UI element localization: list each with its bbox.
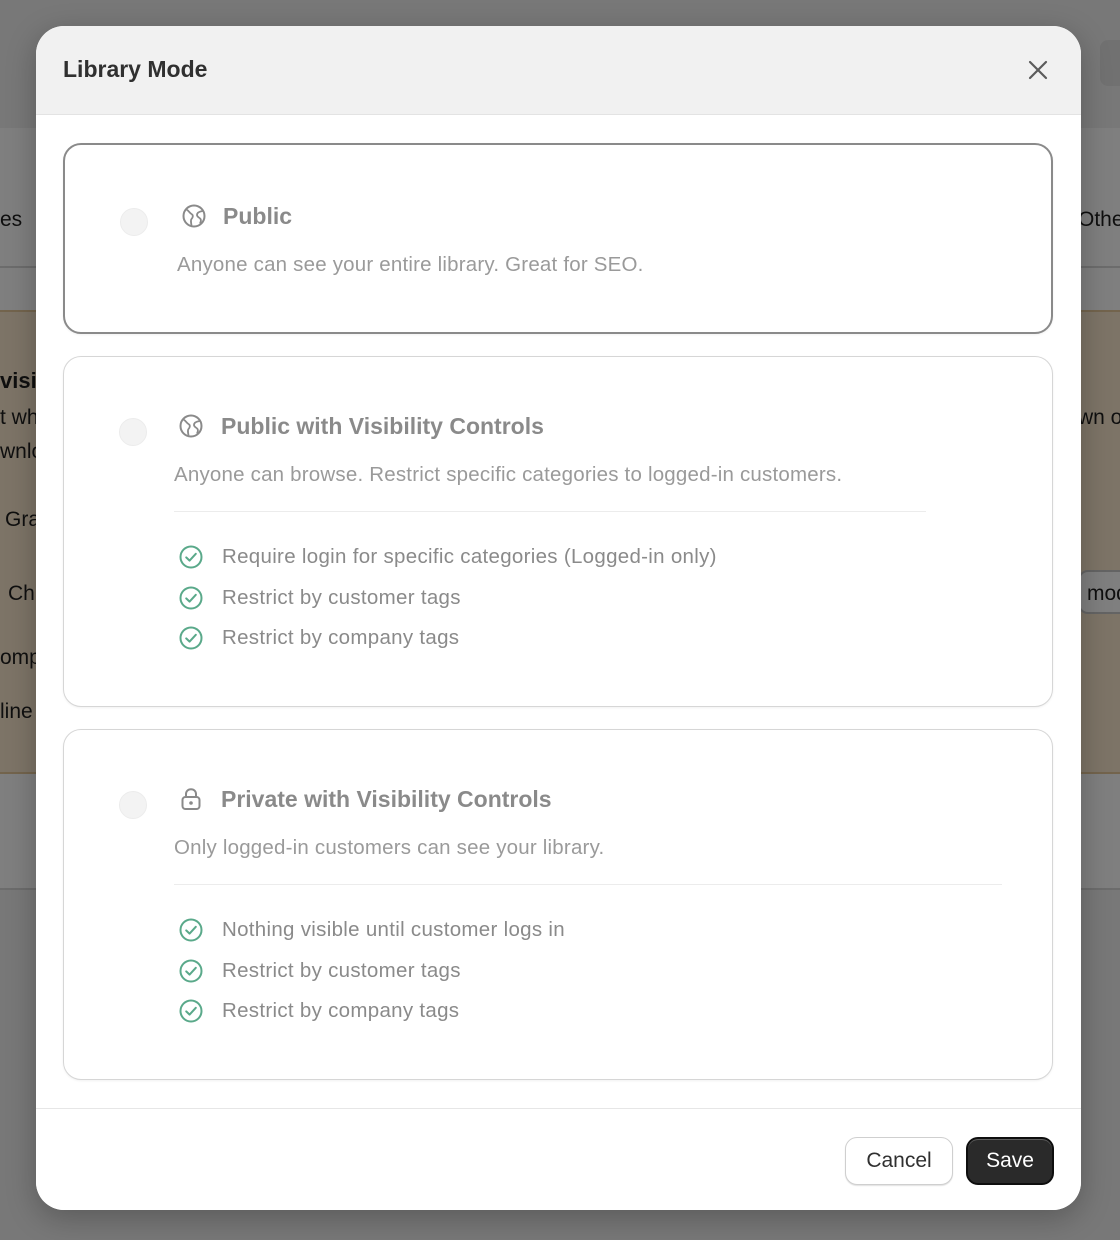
close-button[interactable] <box>1020 52 1056 88</box>
radio-private-visibility[interactable] <box>119 791 147 819</box>
save-button[interactable]: Save <box>966 1137 1054 1185</box>
feature-label: Restrict by company tags <box>222 626 460 649</box>
library-mode-modal: Library Mode Public Anyone can see your … <box>36 26 1081 1210</box>
modal-title: Library Mode <box>63 56 208 82</box>
option-description: Only logged-in customers can see your li… <box>174 836 605 859</box>
check-circle-icon <box>179 918 203 942</box>
option-divider <box>174 884 1002 885</box>
check-circle-icon <box>179 959 203 983</box>
option-public[interactable]: Public Anyone can see your entire librar… <box>63 143 1053 334</box>
radio-public[interactable] <box>120 208 148 236</box>
feature-label: Nothing visible until customer logs in <box>222 918 565 941</box>
globe-icon <box>179 414 203 438</box>
feature-label: Restrict by company tags <box>222 999 460 1022</box>
cancel-button[interactable]: Cancel <box>845 1137 953 1185</box>
option-public-visibility[interactable]: Public with Visibility Controls Anyone c… <box>63 356 1053 707</box>
option-title: Public with Visibility Controls <box>221 413 544 439</box>
check-circle-icon <box>179 545 203 569</box>
check-circle-icon <box>179 586 203 610</box>
option-title: Private with Visibility Controls <box>221 786 552 812</box>
check-circle-icon <box>179 626 203 650</box>
option-divider <box>174 511 926 512</box>
globe-icon <box>182 204 206 228</box>
feature-label: Restrict by customer tags <box>222 959 461 982</box>
feature-item: Nothing visible until customer logs in <box>178 917 565 943</box>
feature-label: Restrict by customer tags <box>222 586 461 609</box>
radio-public-visibility[interactable] <box>119 418 147 446</box>
feature-item: Restrict by company tags <box>178 625 459 651</box>
lock-icon <box>181 788 201 810</box>
modal-footer: Cancel Save <box>36 1108 1081 1210</box>
option-title: Public <box>223 203 293 229</box>
close-icon <box>1028 60 1048 80</box>
feature-item: Require login for specific categories (L… <box>178 544 717 570</box>
feature-item: Restrict by customer tags <box>178 958 461 984</box>
modal-header: Library Mode <box>36 26 1081 115</box>
option-private-visibility[interactable]: Private with Visibility Controls Only lo… <box>63 729 1053 1080</box>
feature-item: Restrict by customer tags <box>178 585 461 611</box>
option-description: Anyone can see your entire library. Grea… <box>177 253 644 276</box>
option-description: Anyone can browse. Restrict specific cat… <box>174 463 843 486</box>
check-circle-icon <box>179 999 203 1023</box>
feature-label: Require login for specific categories (L… <box>222 545 717 568</box>
feature-item: Restrict by company tags <box>178 998 459 1024</box>
